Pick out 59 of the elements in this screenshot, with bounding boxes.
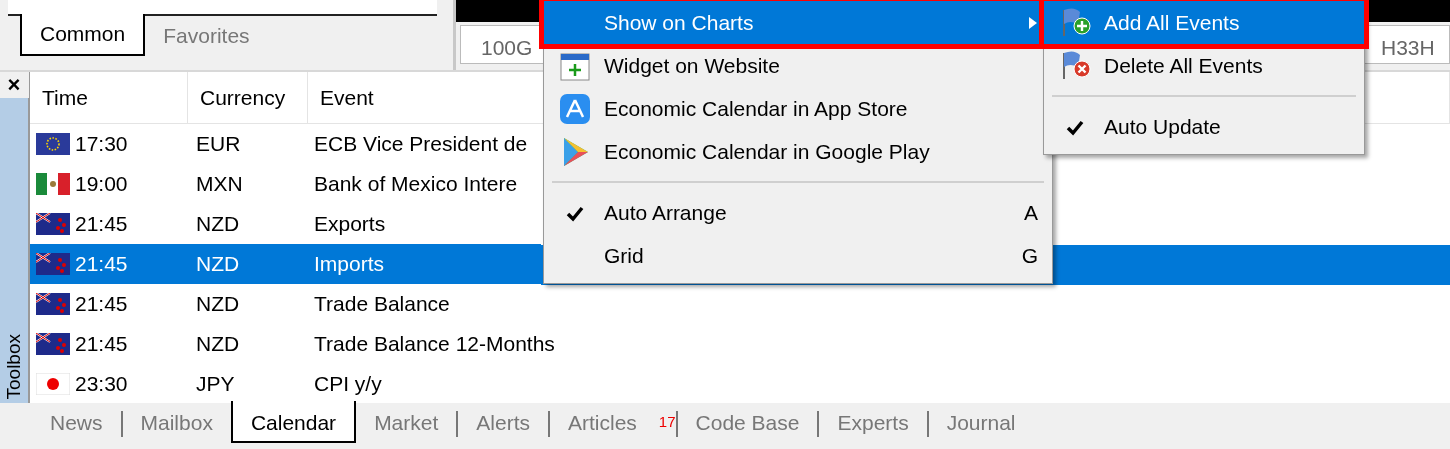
flag-icon [36,253,70,275]
table-cell: Imports [314,252,384,276]
count-label: 17 [658,412,676,432]
table-row[interactable]: 23:30 JPY CPI y/y [30,364,541,404]
table-cell: Bank of Mexico Intere [314,172,518,196]
table-cell: Trade Balance 12-Months [314,332,555,356]
panel-tab[interactable]: Market [356,403,457,441]
table-cell: Trade Balance [314,292,450,316]
panel-tab[interactable]: Journal [928,403,1034,441]
flag-icon [36,173,70,195]
table-row[interactable]: 21:45 NZD Trade Balance 12-Months [30,324,555,364]
table-cell-text: MXN [195,171,244,198]
table-cell-text: 21:45 [75,331,128,358]
menu-item[interactable]: Auto Arrange A [544,191,1052,234]
panel-tab[interactable]: Alerts [458,403,548,441]
table-cell-text: 23:30 [75,371,128,398]
flag-icon [36,333,70,355]
flag-icon [36,213,70,235]
table-row[interactable]: 17:30 EUR ECB Vice President de [30,124,541,164]
table-cell-text: JPY [195,371,236,398]
menu-item[interactable]: Grid G [544,234,1052,277]
flag-icon [36,133,70,155]
table-cell-text: 21:45 [75,291,128,318]
shortcut-label: G [1021,242,1038,269]
table-row[interactable]: 21:45 NZD Trade Balance [30,284,541,324]
table-cell-text: 21:45 [75,211,128,238]
panel-tab[interactable]: News [32,403,121,441]
shortcut-label: A [1024,199,1038,226]
table-cell: CPI y/y [314,372,382,396]
navigator-tab[interactable]: Common [20,14,146,56]
table-cell: Exports [314,212,386,236]
table-cell-text: NZD [195,211,241,238]
panel-tab[interactable]: Calendar [230,401,357,443]
table-cell-text: NZD [195,291,241,318]
flag-icon [36,293,70,315]
table-cell: ECB Vice President de [314,132,528,156]
toolbox-label: Toolbox [2,333,25,399]
column-header[interactable]: Currency [188,72,308,123]
close-button[interactable]: × [0,72,29,98]
column-header[interactable]: Time [30,72,188,123]
panel-tab[interactable]: Articles [550,403,655,441]
chart-tab[interactable]: H33H [1381,25,1449,63]
app-store-icon [558,91,592,126]
table-cell-text: EUR [195,131,242,158]
menu-item[interactable]: Auto Update [1044,105,1364,148]
table-row[interactable]: 19:00 MXN Bank of Mexico Intere [30,164,541,204]
panel-tab[interactable]: Mailbox [122,403,231,441]
table-row[interactable]: 21:45 NZD Imports [30,244,541,284]
flag-icon [36,373,70,395]
table-cell-text: NZD [195,331,241,358]
table-cell-text: 17:30 [75,131,128,158]
menu-item[interactable]: Delete All Events [1044,44,1364,87]
panel-tab[interactable]: Code Base [677,403,818,441]
table-cell-text: 21:45 [75,251,128,278]
table-cell-text: NZD [195,251,241,278]
navigator-tab[interactable]: Favorites [145,16,268,56]
panel-tab[interactable]: Experts [819,403,927,441]
table-cell-text: 19:00 [75,171,128,198]
table-row[interactable]: 21:45 NZD Exports [30,204,541,244]
